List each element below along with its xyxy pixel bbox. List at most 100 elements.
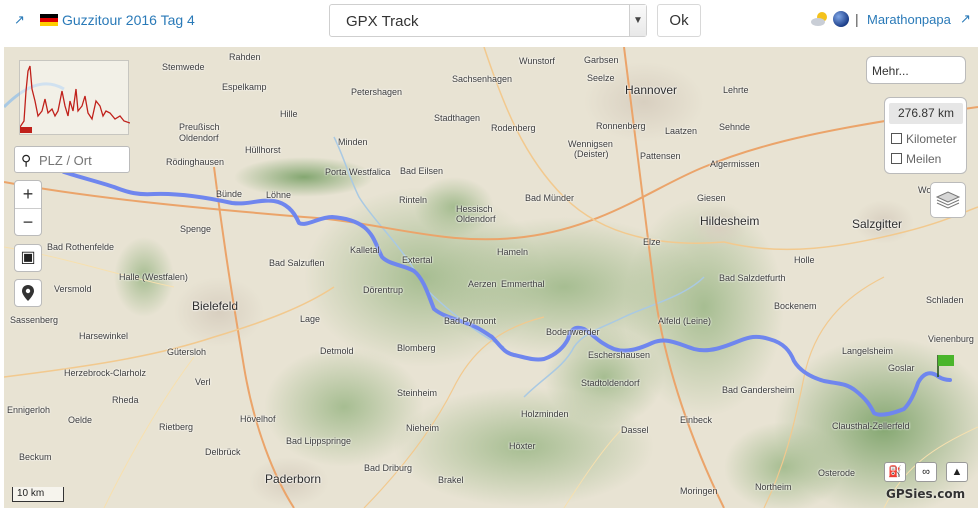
place-label: Kalletal: [350, 245, 380, 255]
place-label: Beckum: [19, 452, 52, 462]
place-label: Bad Lippspringe: [286, 436, 352, 446]
place-label: Hameln: [497, 247, 529, 257]
place-label: Minden: [338, 137, 368, 147]
more-dropdown[interactable]: Mehr...: [866, 56, 966, 84]
unit-miles-label: Meilen: [906, 152, 942, 166]
place-label: Dassel: [621, 425, 649, 435]
place-label: Rödinghausen: [166, 157, 225, 167]
place-label: Paderborn: [265, 472, 322, 486]
place-label: Holzminden: [521, 409, 569, 419]
place-label: Hildesheim: [700, 214, 760, 228]
place-label: Northeim: [755, 482, 792, 492]
place-label: Oldendorf: [179, 133, 219, 143]
place-label: Bielefeld: [192, 299, 239, 313]
place-label: Detmold: [320, 346, 354, 356]
place-label: Stemwede: [162, 62, 205, 72]
checkbox[interactable]: [891, 133, 902, 144]
place-label: Goslar: [888, 363, 915, 373]
place-label: Wunstorf: [519, 56, 555, 66]
search-input[interactable]: [39, 150, 127, 170]
search-icon: ⚲: [21, 152, 32, 168]
scale-bar: 10 km: [12, 487, 64, 502]
place-label: Spenge: [180, 224, 212, 234]
place-label: Algermissen: [710, 159, 760, 169]
place-label: Ennigerloh: [7, 405, 51, 415]
elevation-profile[interactable]: [19, 60, 131, 135]
place-label: Bad Eilsen: [400, 166, 444, 176]
place-label: Garbsen: [584, 55, 619, 65]
place-label: Bockenem: [774, 301, 817, 311]
unit-kilometer-option[interactable]: Kilometer: [891, 132, 957, 146]
place-label: Bad Salzuflen: [269, 258, 325, 268]
place-label: Sachsenhagen: [452, 74, 513, 84]
fullscreen-button[interactable]: ▣: [14, 244, 42, 272]
external-link-icon[interactable]: ↗︎: [14, 12, 25, 28]
place-label: Hüllhorst: [245, 145, 281, 155]
track-title-link[interactable]: Guzzitour 2016 Tag 4: [62, 12, 195, 28]
place-label: Hannover: [625, 83, 678, 97]
place-label: Bad Gandersheim: [722, 385, 795, 395]
place-label: Delbrück: [205, 447, 241, 457]
zoom-out-button[interactable]: −: [15, 208, 41, 235]
place-label: Rinteln: [399, 195, 428, 205]
place-label: Lage: [300, 314, 321, 324]
place-label: Bad Münder: [525, 193, 575, 203]
layers-button[interactable]: [930, 182, 966, 218]
zoom-in-button[interactable]: +: [15, 181, 41, 208]
place-label: Elze: [643, 237, 661, 247]
place-label: Osterode: [818, 468, 856, 478]
map-canvas[interactable]: Rahden Stemwede Espelkamp Sachsenhagen W…: [4, 47, 978, 508]
motorcycle-icon[interactable]: ⛽: [884, 462, 906, 482]
place-label: Porta Westfalica: [325, 167, 391, 177]
elevation-chart: [19, 65, 131, 133]
place-label: Seelze: [587, 73, 615, 83]
place-label: Rahden: [229, 52, 261, 62]
place-label: Espelkamp: [222, 82, 267, 92]
place-label: Herzebrock-Clarholz: [64, 368, 147, 378]
place-label: (Deister): [574, 149, 609, 159]
place-label: Salzgitter: [852, 217, 903, 231]
place-label: Schladen: [926, 295, 964, 305]
chevron-down-icon[interactable]: ▼: [629, 5, 646, 36]
place-label: Pattensen: [640, 151, 681, 161]
mountain-icon[interactable]: ▲: [946, 462, 968, 482]
place-label: Nieheim: [406, 423, 440, 433]
external-link-icon[interactable]: ↗︎: [960, 11, 971, 27]
place-label: Laatzen: [665, 126, 698, 136]
place-label: Sassenberg: [10, 315, 59, 325]
place-label: Hessisch Oldendorf: [456, 204, 496, 224]
place-label: Höxter: [509, 441, 536, 451]
checkbox[interactable]: [891, 153, 902, 164]
locate-button[interactable]: [14, 279, 42, 307]
place-label: Verl: [195, 377, 211, 387]
bicycle-icon[interactable]: ∞: [915, 462, 937, 482]
format-select[interactable]: GPX Track ▼: [329, 4, 647, 37]
place-label: Bad Driburg: [364, 463, 413, 473]
map-pin-icon: [22, 285, 34, 301]
place-label: Vienenburg: [928, 334, 974, 344]
ok-button[interactable]: Ok: [657, 4, 701, 37]
place-label: Versmold: [54, 284, 92, 294]
separator: |: [855, 11, 859, 27]
place-label: Giesen: [697, 193, 726, 203]
place-label: Halle (Westfalen): [119, 272, 188, 282]
place-label: Extertal: [402, 255, 433, 265]
place-label: Wennigsen: [568, 139, 613, 149]
place-label: Alfeld (Leine): [658, 316, 712, 326]
globe-icon[interactable]: [833, 11, 849, 27]
location-search[interactable]: ⚲: [14, 146, 130, 173]
total-distance: 276.87 km: [889, 103, 963, 124]
place-label: Eschershausen: [588, 350, 651, 360]
unit-miles-option[interactable]: Meilen: [891, 152, 941, 166]
place-label: Preußisch: [179, 122, 220, 132]
place-label: Löhne: [266, 190, 292, 200]
place-label: Rodenberg: [491, 123, 536, 133]
fullscreen-icon: ▣: [20, 249, 36, 266]
place-label: Bodenwerder: [546, 327, 600, 337]
place-label: Oelde: [68, 415, 93, 425]
place-label: Langelsheim: [842, 346, 894, 356]
weather-icon[interactable]: [810, 10, 830, 28]
place-label: Bad Rothenfelde: [47, 242, 115, 252]
user-profile-link[interactable]: Marathonpapa: [867, 12, 951, 27]
place-label: Harsewinkel: [79, 331, 129, 341]
